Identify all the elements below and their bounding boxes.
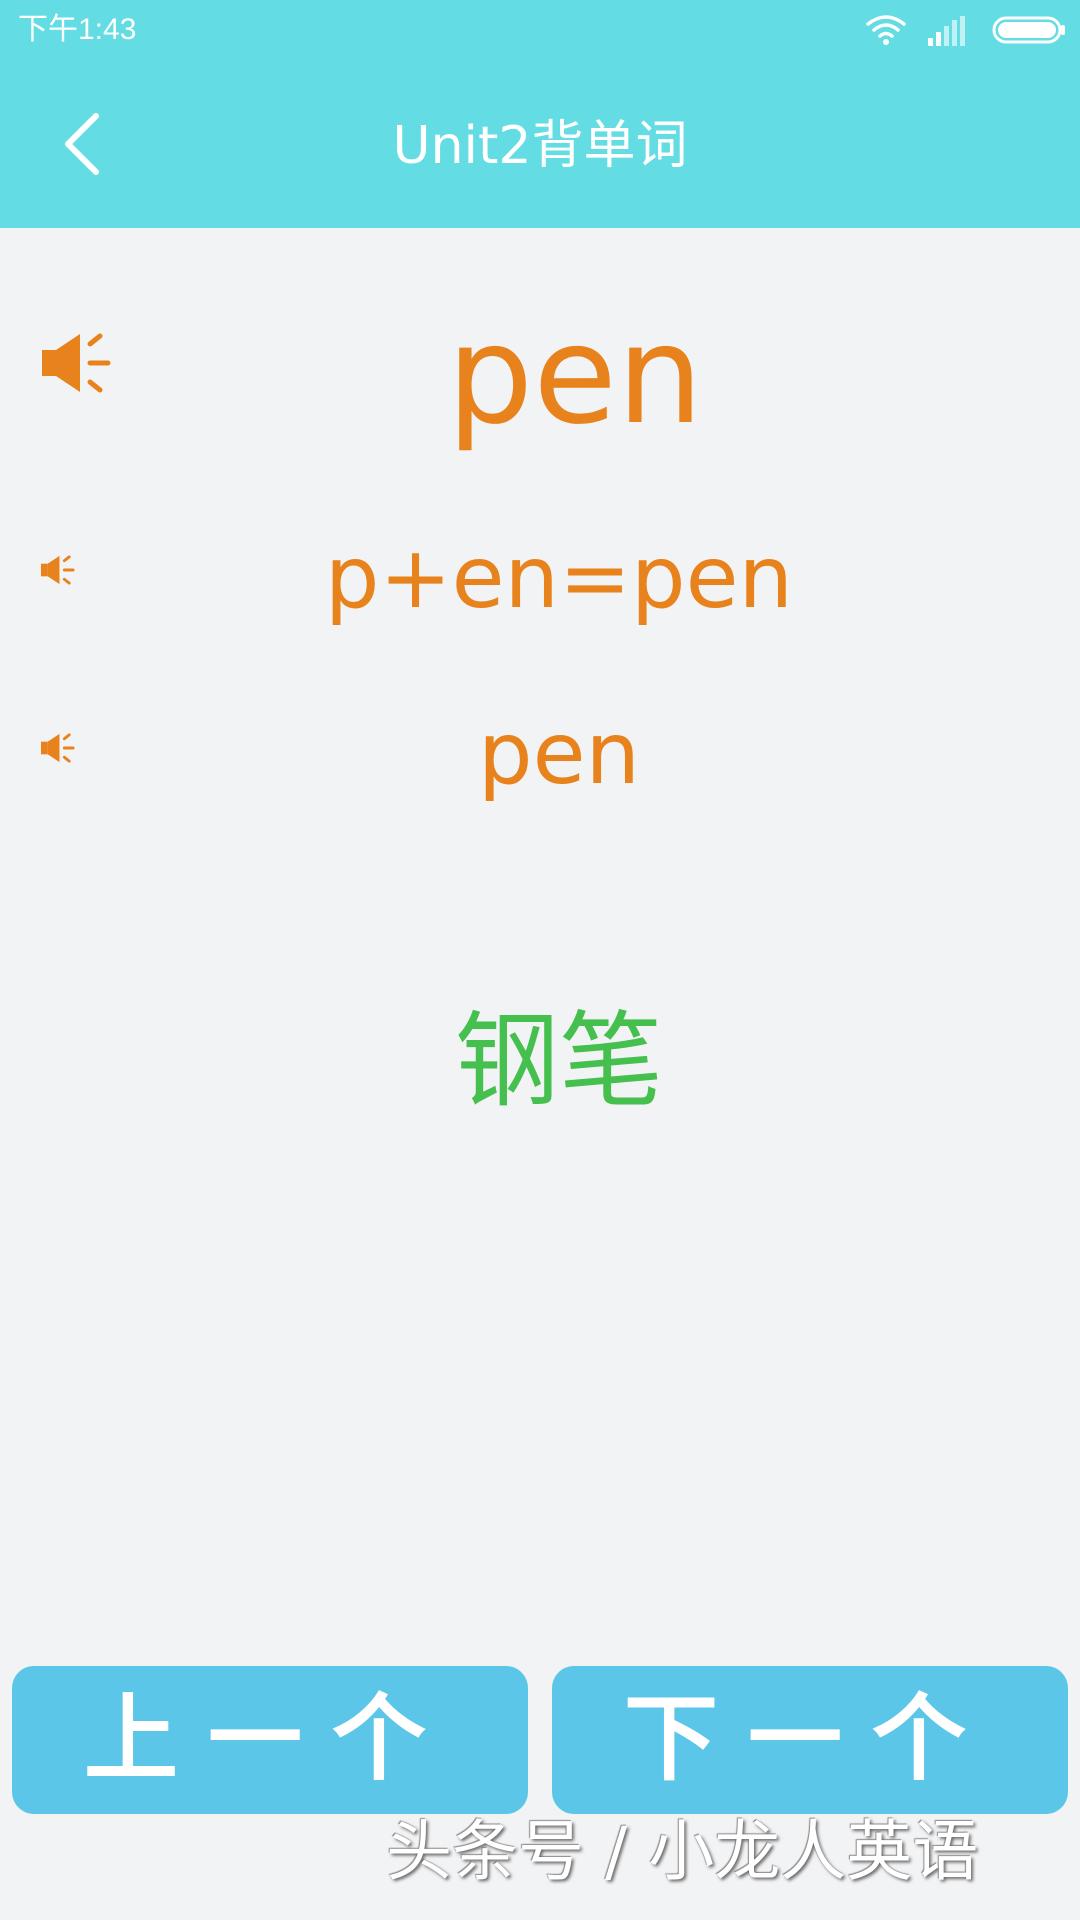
battery-icon (992, 16, 1065, 44)
word-repeat: pen (477, 704, 640, 804)
status-time: 下午1:43 (18, 13, 137, 46)
next-button[interactable]: 下一个 (552, 1666, 1068, 1814)
word-main: pen (446, 297, 704, 455)
prev-button[interactable]: 上一个 (12, 1666, 528, 1814)
signal-icon (928, 16, 965, 46)
word-meaning: 钢笔 (454, 1000, 663, 1122)
watermark: 头条号 / 小龙人英语 (386, 1813, 979, 1890)
wifi-icon (866, 15, 906, 45)
word-phonics: p+en=pen (324, 528, 794, 628)
page-title: Unit2背单词 (392, 116, 688, 176)
app-header: 下午1:43 Unit2背单词 (0, 0, 1080, 228)
